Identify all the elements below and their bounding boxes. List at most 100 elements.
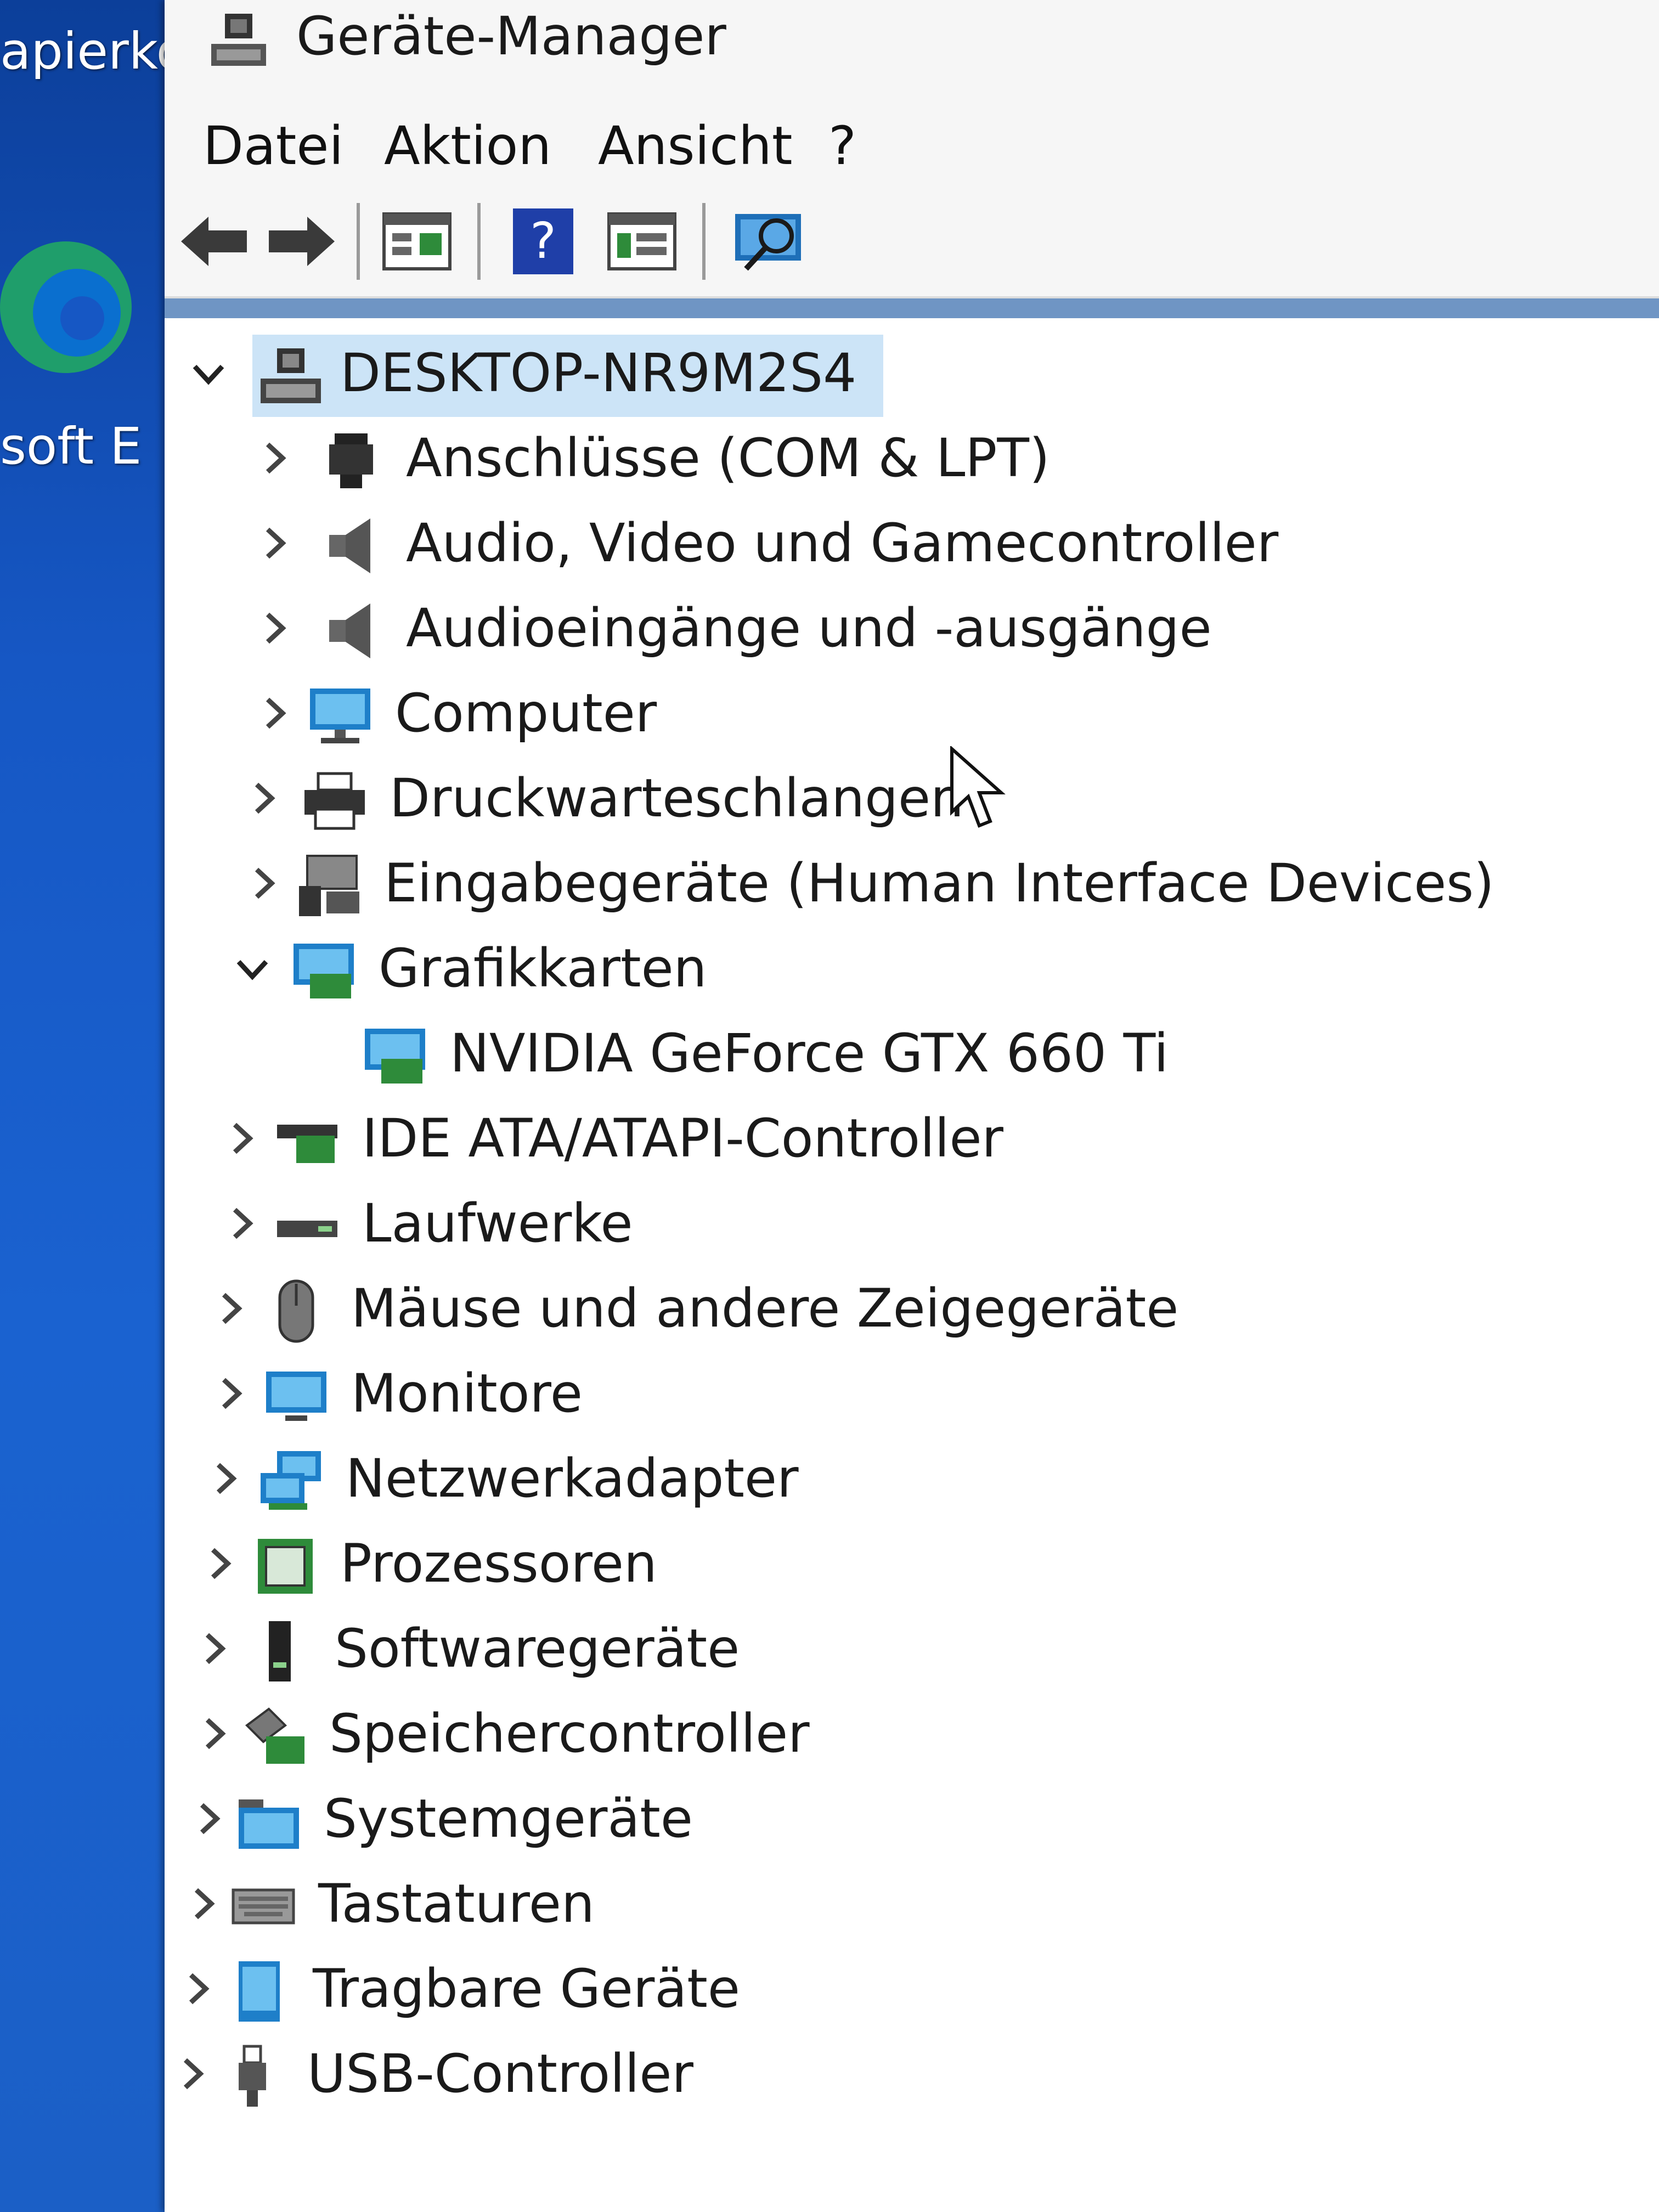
category-label: Anschlüsse (COM & LPT) bbox=[406, 427, 1050, 489]
toolbar: ? bbox=[165, 187, 1659, 298]
back-icon[interactable] bbox=[176, 203, 252, 280]
category-label: IDE ATA/ATAPI-Controller bbox=[362, 1108, 1003, 1169]
chevron-right-icon[interactable] bbox=[219, 1201, 263, 1245]
folder-icon bbox=[239, 1799, 299, 1849]
category-label: Laufwerke bbox=[362, 1193, 633, 1254]
keyboard-icon bbox=[232, 1888, 295, 1925]
tree-item-eingabegeraete[interactable]: Eingabegeräte (Human Interface Devices) bbox=[165, 845, 1659, 927]
chevron-down-icon[interactable] bbox=[187, 351, 230, 395]
category-label: USB-Controller bbox=[307, 2043, 693, 2104]
chevron-right-icon[interactable] bbox=[219, 1116, 263, 1160]
device-manager-window: Geräte-Manager Datei Aktion Ansicht ? ? bbox=[165, 0, 1659, 2212]
tree-item-systemgeraete[interactable]: Systemgeräte bbox=[165, 1780, 1659, 1863]
chevron-right-icon[interactable] bbox=[176, 1967, 219, 2011]
tree-item-druckwarteschlangen[interactable]: Druckwarteschlangen bbox=[165, 760, 1659, 842]
title-bar[interactable]: Geräte-Manager bbox=[165, 0, 1659, 110]
chevron-right-icon[interactable] bbox=[208, 1372, 252, 1415]
chevron-right-icon[interactable] bbox=[252, 521, 296, 565]
chevron-right-icon[interactable] bbox=[187, 1797, 230, 1841]
chevron-right-icon[interactable] bbox=[252, 691, 296, 735]
category-label: Eingabegeräte (Human Interface Devices) bbox=[384, 853, 1494, 914]
tree-item-monitore[interactable]: Monitore bbox=[165, 1355, 1659, 1437]
desktop-shortcut-label-recycle[interactable]: apierko bbox=[0, 22, 187, 81]
port-icon bbox=[329, 433, 373, 488]
edge-browser-icon[interactable] bbox=[0, 203, 148, 411]
category-label: Prozessoren bbox=[340, 1533, 657, 1594]
device-manager-icon bbox=[211, 14, 266, 66]
desktop-shortcut-label-edge[interactable]: soft E bbox=[0, 417, 142, 476]
category-label: Grafikkarten bbox=[379, 938, 707, 999]
menu-help[interactable]: ? bbox=[828, 115, 856, 177]
tree-item-ide-ata[interactable]: IDE ATA/ATAPI-Controller bbox=[165, 1100, 1659, 1182]
category-label: Audio, Video und Gamecontroller bbox=[406, 512, 1279, 574]
display-adapter-icon bbox=[365, 1029, 425, 1084]
tree-item-softwaregeraete[interactable]: Softwaregeräte bbox=[165, 1610, 1659, 1692]
chevron-right-icon[interactable] bbox=[203, 1457, 247, 1500]
computer-name: DESKTOP-NR9M2S4 bbox=[340, 342, 857, 404]
category-label: Druckwarteschlangen bbox=[390, 768, 964, 829]
tree-item-grafikkarten[interactable]: Grafikkarten bbox=[165, 930, 1659, 1012]
menu-ansicht[interactable]: Ansicht bbox=[598, 115, 792, 177]
network-icon bbox=[261, 1451, 321, 1510]
help-icon[interactable]: ? bbox=[505, 203, 582, 280]
toolbar-separator bbox=[357, 203, 360, 280]
category-label: Computer bbox=[395, 682, 657, 744]
computer-root-icon bbox=[261, 348, 321, 403]
category-label: Softwaregeräte bbox=[335, 1618, 740, 1679]
tree-item-anschluesse[interactable]: Anschlüsse (COM & LPT) bbox=[165, 420, 1659, 502]
tree-item-tragbare-geraete[interactable]: Tragbare Geräte bbox=[165, 1950, 1659, 2033]
chevron-right-icon[interactable] bbox=[252, 436, 296, 480]
software-device-icon bbox=[269, 1621, 291, 1681]
chevron-right-icon[interactable] bbox=[252, 606, 296, 650]
chevron-right-icon[interactable] bbox=[241, 861, 285, 905]
printer-icon bbox=[304, 772, 365, 830]
drive-icon bbox=[277, 1221, 337, 1237]
toolbar-separator bbox=[477, 203, 481, 280]
chevron-down-icon[interactable] bbox=[230, 946, 274, 990]
tree-item-tastaturen[interactable]: Tastaturen bbox=[165, 1865, 1659, 1948]
chevron-right-icon[interactable] bbox=[181, 1882, 225, 1926]
chevron-right-icon[interactable] bbox=[192, 1712, 236, 1756]
desktop-background: apierko soft E bbox=[0, 0, 187, 2212]
tree-item-nvidia-gtx-660-ti[interactable]: NVIDIA GeForce GTX 660 Ti bbox=[165, 1015, 1659, 1097]
tree-item-computer[interactable]: Computer bbox=[165, 675, 1659, 757]
scan-icon[interactable] bbox=[730, 203, 806, 280]
tree-item-audio-io[interactable]: Audioeingänge und -ausgänge bbox=[165, 590, 1659, 672]
category-label: Tragbare Geräte bbox=[313, 1958, 740, 2019]
tree-item-prozessoren[interactable]: Prozessoren bbox=[165, 1525, 1659, 1607]
view-icon[interactable] bbox=[603, 203, 680, 280]
chevron-right-icon[interactable] bbox=[170, 2052, 214, 2096]
tree-item-laufwerke[interactable]: Laufwerke bbox=[165, 1185, 1659, 1267]
monitor-icon bbox=[266, 1372, 326, 1421]
portable-device-icon bbox=[239, 1961, 280, 2022]
tree-item-usb-controller[interactable]: USB-Controller bbox=[165, 2035, 1659, 2118]
properties-icon[interactable] bbox=[379, 203, 455, 280]
forward-icon[interactable] bbox=[263, 203, 340, 280]
tree-item-maeuse[interactable]: Mäuse und andere Zeigegeräte bbox=[165, 1270, 1659, 1352]
display-adapter-icon bbox=[294, 944, 354, 998]
chevron-right-icon[interactable] bbox=[198, 1542, 241, 1585]
storage-controller-icon bbox=[245, 1707, 304, 1764]
category-label: Speichercontroller bbox=[329, 1703, 810, 1764]
tree-root[interactable]: DESKTOP-NR9M2S4 bbox=[165, 335, 1659, 417]
menu-datei[interactable]: Datei bbox=[203, 115, 343, 177]
panel-divider bbox=[165, 298, 1659, 318]
category-label: Monitore bbox=[351, 1363, 583, 1424]
category-label: Audioeingänge und -ausgänge bbox=[406, 597, 1212, 659]
menu-bar: Datei Aktion Ansicht ? bbox=[165, 110, 1659, 187]
speaker-icon bbox=[329, 603, 370, 658]
hid-icon bbox=[299, 855, 359, 916]
mouse-icon bbox=[278, 1279, 314, 1343]
tree-item-audio-video[interactable]: Audio, Video und Gamecontroller bbox=[165, 505, 1659, 587]
chevron-right-icon[interactable] bbox=[241, 776, 285, 820]
menu-aktion[interactable]: Aktion bbox=[384, 115, 551, 177]
ide-icon bbox=[277, 1125, 337, 1163]
chevron-right-icon[interactable] bbox=[192, 1627, 236, 1671]
device-tree: DESKTOP-NR9M2S4 Anschlüsse (COM & LPT) A… bbox=[165, 324, 1659, 2212]
tree-item-netzwerkadapter[interactable]: Netzwerkadapter bbox=[165, 1440, 1659, 1522]
category-label: Mäuse und andere Zeigegeräte bbox=[351, 1278, 1179, 1339]
category-label: Tastaturen bbox=[318, 1873, 595, 1934]
tree-item-speichercontroller[interactable]: Speichercontroller bbox=[165, 1695, 1659, 1778]
category-label: Systemgeräte bbox=[324, 1788, 693, 1849]
chevron-right-icon[interactable] bbox=[208, 1286, 252, 1330]
